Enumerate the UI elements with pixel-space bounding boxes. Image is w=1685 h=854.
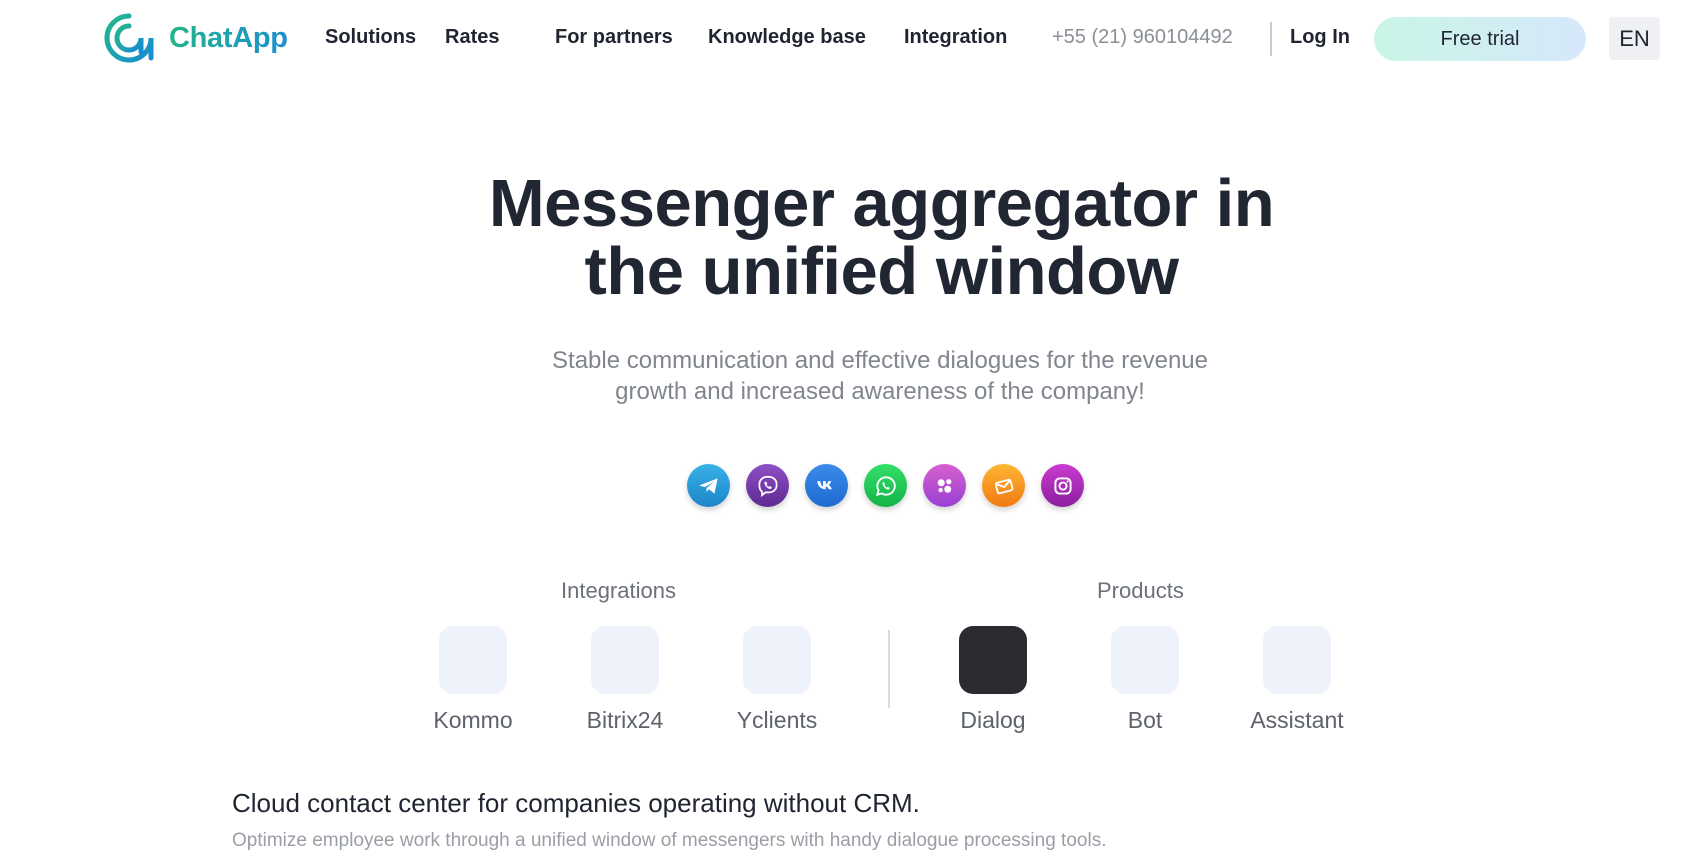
- nav-knowledge-base[interactable]: Knowledge base: [708, 26, 866, 49]
- free-trial-button[interactable]: Free trial: [1374, 17, 1586, 61]
- telegram-icon[interactable]: [687, 464, 730, 507]
- product-label-assistant[interactable]: Assistant: [1217, 707, 1377, 734]
- messenger-icons: [687, 464, 1084, 507]
- nav-rates[interactable]: Rates: [445, 26, 499, 49]
- site-header: ChatApp Solutions Rates For partners Kno…: [0, 0, 1685, 80]
- hero-subtitle: Stable communication and effective dialo…: [552, 347, 1208, 405]
- product-tile-assistant[interactable]: [1263, 626, 1331, 694]
- email-icon[interactable]: [982, 464, 1025, 507]
- product-tile-dialog[interactable]: [959, 626, 1027, 694]
- group-separator: [888, 630, 890, 708]
- product-description-title: Cloud contact center for companies opera…: [232, 788, 920, 818]
- hero-title-line-2: the unified window: [584, 234, 1179, 309]
- instagram-icon[interactable]: [1041, 464, 1084, 507]
- nav-integration[interactable]: Integration: [904, 26, 1007, 49]
- phone-number[interactable]: +55 (21) 960104492: [1052, 26, 1233, 49]
- product-label-bot[interactable]: Bot: [1065, 707, 1225, 734]
- integration-tile-yclients[interactable]: [743, 626, 811, 694]
- integration-tile-bitrix24[interactable]: [591, 626, 659, 694]
- products-label: Products: [1097, 578, 1184, 603]
- hero-title-line-1: Messenger aggregator in: [488, 166, 1275, 241]
- nav-for-partners[interactable]: For partners: [555, 26, 673, 49]
- integrations-label: Integrations: [561, 578, 676, 603]
- whatsapp-icon[interactable]: [864, 464, 907, 507]
- hero-title: Messenger aggregator in the unified wind…: [0, 170, 1685, 306]
- integration-label-kommo[interactable]: Kommo: [393, 707, 553, 734]
- product-label-dialog[interactable]: Dialog: [913, 707, 1073, 734]
- product-description-text: Optimize employee work through a unified…: [232, 830, 1107, 851]
- integration-label-yclients[interactable]: Yclients: [697, 707, 857, 734]
- product-tile-bot[interactable]: [1111, 626, 1179, 694]
- viber-icon[interactable]: [746, 464, 789, 507]
- bubbles-icon[interactable]: [923, 464, 966, 507]
- integration-label-bitrix24[interactable]: Bitrix24: [545, 707, 705, 734]
- nav-solutions[interactable]: Solutions: [325, 26, 416, 49]
- language-switcher[interactable]: EN: [1609, 17, 1660, 60]
- logo-icon: [104, 13, 154, 63]
- logo[interactable]: ChatApp: [103, 12, 288, 64]
- login-link[interactable]: Log In: [1290, 26, 1350, 49]
- logo-text: ChatApp: [169, 21, 288, 54]
- header-divider: [1270, 22, 1272, 56]
- integration-tile-kommo[interactable]: [439, 626, 507, 694]
- vk-icon[interactable]: [805, 464, 848, 507]
